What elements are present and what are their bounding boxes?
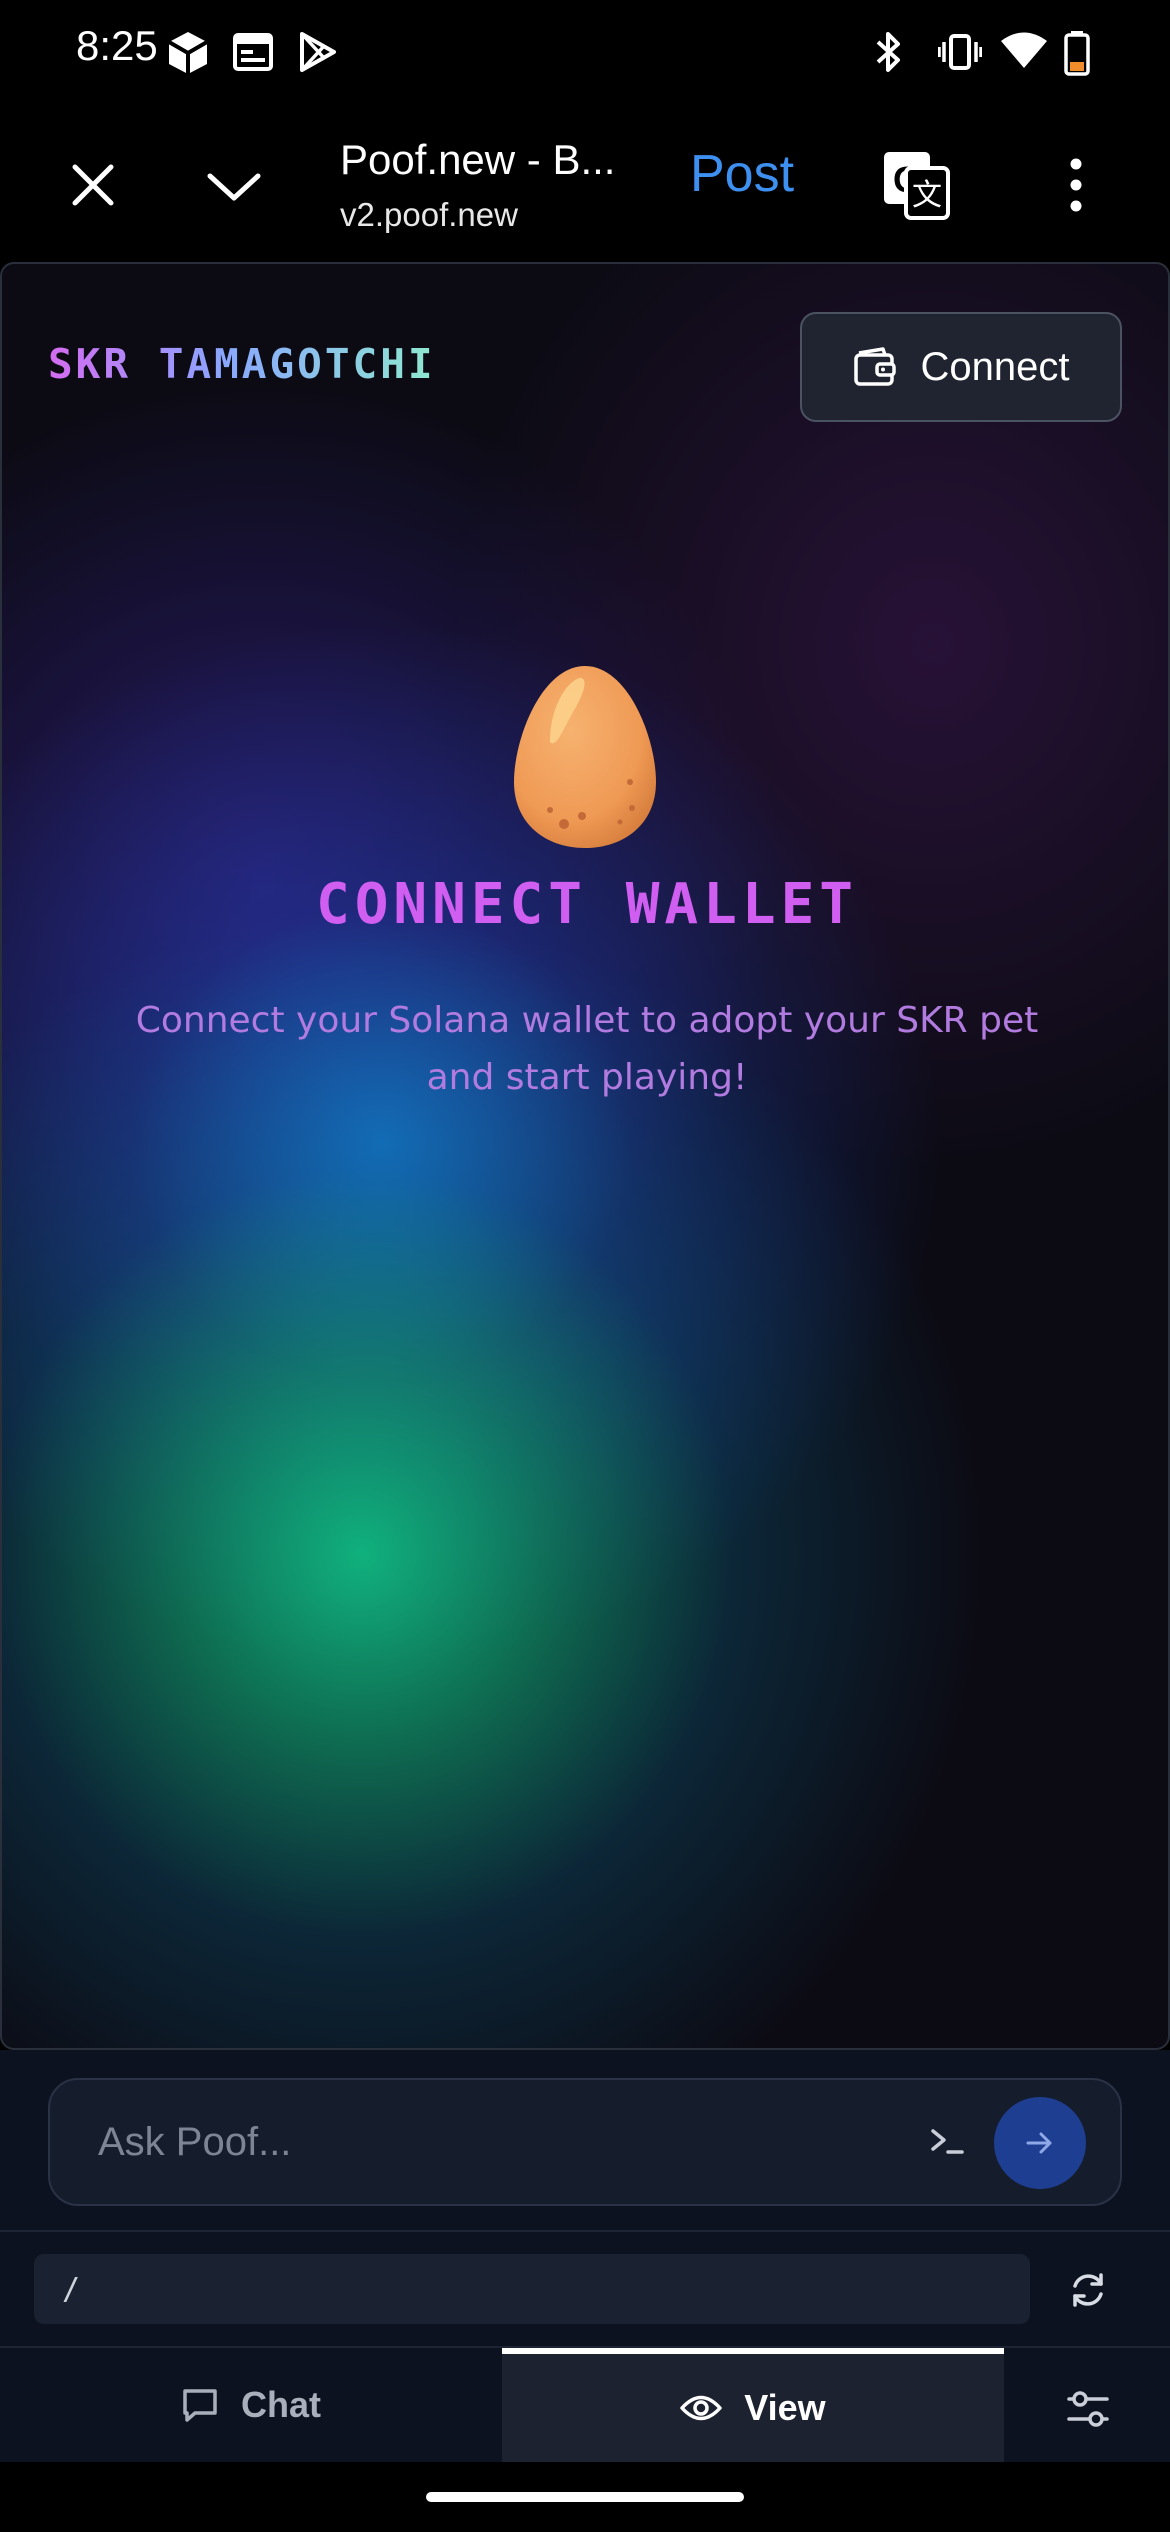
play-store-icon <box>300 32 336 72</box>
browser-toolbar: Poof.new - B... v2.poof.new Post G 文 <box>0 110 1170 262</box>
home-gesture-bar[interactable] <box>426 2492 744 2502</box>
arrow-right-icon <box>1026 2132 1052 2154</box>
refresh-icon[interactable] <box>1068 2270 1108 2310</box>
tab-view[interactable]: View <box>502 2348 1004 2462</box>
close-icon[interactable] <box>70 162 116 208</box>
terminal-icon[interactable] <box>930 2126 966 2158</box>
battery-icon <box>1064 31 1090 76</box>
wallet-icon <box>853 347 896 386</box>
status-time: 8:25 <box>76 22 158 69</box>
ask-input[interactable] <box>96 2110 916 2174</box>
divider <box>0 2230 1170 2232</box>
system-nav-bar <box>0 2462 1170 2532</box>
calendar-icon <box>233 33 273 71</box>
bottom-panel: Chat View <box>0 2050 1170 2462</box>
tab-view-label: View <box>744 2387 826 2428</box>
egg-icon <box>514 666 656 848</box>
settings-sliders-icon[interactable] <box>1066 2388 1110 2430</box>
bluetooth-icon <box>876 32 900 72</box>
status-bar: 8:25 <box>0 0 1170 110</box>
send-button[interactable] <box>994 2097 1086 2189</box>
path-input[interactable] <box>34 2254 1030 2324</box>
app-preview: SKR TAMAGOTCHI Connect CONNECT WALLET Co… <box>0 262 1170 2050</box>
connect-wallet-button[interactable]: Connect <box>800 312 1122 422</box>
connect-wallet-description: Connect your Solana wallet to adopt your… <box>135 1000 1039 1098</box>
translate-icon[interactable]: G 文 <box>882 150 952 220</box>
chat-bubble-icon <box>183 2389 217 2422</box>
eye-icon <box>680 2395 723 2421</box>
more-vert-icon[interactable] <box>1064 156 1088 214</box>
post-button[interactable]: Post <box>690 144 794 204</box>
ask-box <box>48 2078 1122 2206</box>
wifi-icon <box>1001 32 1047 68</box>
connect-wallet-heading: CONNECT WALLET <box>315 872 858 937</box>
tab-chat-label: Chat <box>241 2384 321 2425</box>
page-title[interactable]: Poof.new - B... <box>340 136 615 184</box>
connect-button-label: Connect <box>920 344 1070 389</box>
app-title: SKR TAMAGOTCHI <box>48 340 436 388</box>
chevron-down-icon[interactable] <box>206 170 262 204</box>
svg-text:文: 文 <box>912 178 942 213</box>
tab-chat[interactable]: Chat <box>0 2348 502 2462</box>
page-url[interactable]: v2.poof.new <box>340 196 518 234</box>
vibrate-icon <box>938 34 982 70</box>
hexagon-app-icon <box>167 32 209 74</box>
